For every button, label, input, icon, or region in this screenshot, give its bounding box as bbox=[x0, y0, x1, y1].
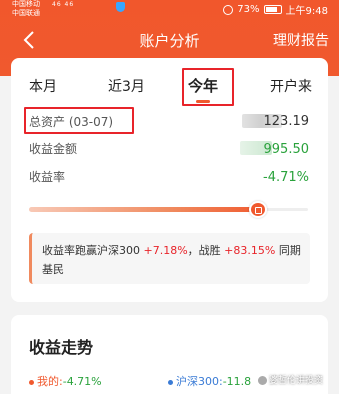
comparison-note: 收益率跑赢沪深300 +7.18%，战胜 +83.15% 同期基民 bbox=[29, 233, 310, 284]
note-text-1: 收益率跑赢沪深300 bbox=[42, 244, 144, 257]
tab-this-month[interactable]: 本月 bbox=[29, 76, 57, 96]
comparison-text: 收益率跑赢沪深300 +7.18%，战胜 +83.15% 同期基民 bbox=[42, 241, 304, 279]
nav-bar: 账户分析 理财报告 bbox=[0, 26, 339, 54]
legend-index-label: 沪深300: bbox=[176, 375, 223, 388]
status-bar: 中国移动 中国联通 46 46 73% 上午9:48 bbox=[0, 0, 339, 19]
highlight-box-tab bbox=[182, 68, 234, 106]
beat-progress-rest bbox=[266, 208, 308, 211]
total-assets-value: 123.19 bbox=[263, 114, 310, 129]
legend-index: 沪深300:-11.8 bbox=[168, 373, 251, 389]
note-value-2: +83.15% bbox=[224, 244, 276, 257]
profit-label: 收益金额 bbox=[29, 142, 78, 156]
tab-since-open[interactable]: 开户来 bbox=[270, 76, 312, 96]
progress-knob-icon bbox=[249, 201, 267, 218]
return-rate-value: -4.71% bbox=[263, 170, 309, 185]
carrier-info: 中国移动 中国联通 bbox=[12, 0, 40, 18]
battery-icon bbox=[263, 5, 282, 14]
clock: 上午9:48 bbox=[285, 6, 328, 17]
legend-mine: 我的:-4.71% bbox=[29, 373, 102, 389]
profit-value: 995.50 bbox=[263, 142, 310, 157]
financial-report-link[interactable]: 理财报告 bbox=[273, 30, 329, 50]
note-value-1: +7.18% bbox=[143, 244, 188, 257]
battery-percent: 73% bbox=[237, 4, 260, 15]
signal-icon: 46 46 bbox=[52, 1, 75, 8]
alarm-icon bbox=[223, 4, 234, 15]
legend-index-dot-icon bbox=[168, 379, 173, 385]
trend-title: 收益走势 bbox=[29, 338, 94, 357]
shield-icon bbox=[116, 2, 125, 12]
watermark-icon bbox=[258, 376, 267, 385]
legend-mine-label: 我的: bbox=[37, 375, 63, 388]
legend-index-value: -11.8 bbox=[222, 375, 252, 388]
highlight-box-assets bbox=[24, 107, 134, 134]
legend-mine-value: -4.71% bbox=[62, 375, 102, 388]
watermark-text: 婆哲伦讲投资 bbox=[269, 376, 324, 386]
note-text-2: ，战胜 bbox=[187, 244, 225, 257]
legend-mine-dot-icon bbox=[29, 379, 34, 385]
beat-progress-bar bbox=[29, 207, 266, 212]
watermark: 婆哲伦讲投资 bbox=[258, 373, 323, 386]
tab-last-3-months[interactable]: 近3月 bbox=[108, 76, 145, 96]
carrier-1: 中国移动 bbox=[12, 0, 40, 8]
return-rate-label: 收益率 bbox=[29, 170, 66, 184]
status-right: 73% 上午9:48 bbox=[223, 2, 328, 17]
carrier-2: 中国联通 bbox=[12, 9, 40, 17]
